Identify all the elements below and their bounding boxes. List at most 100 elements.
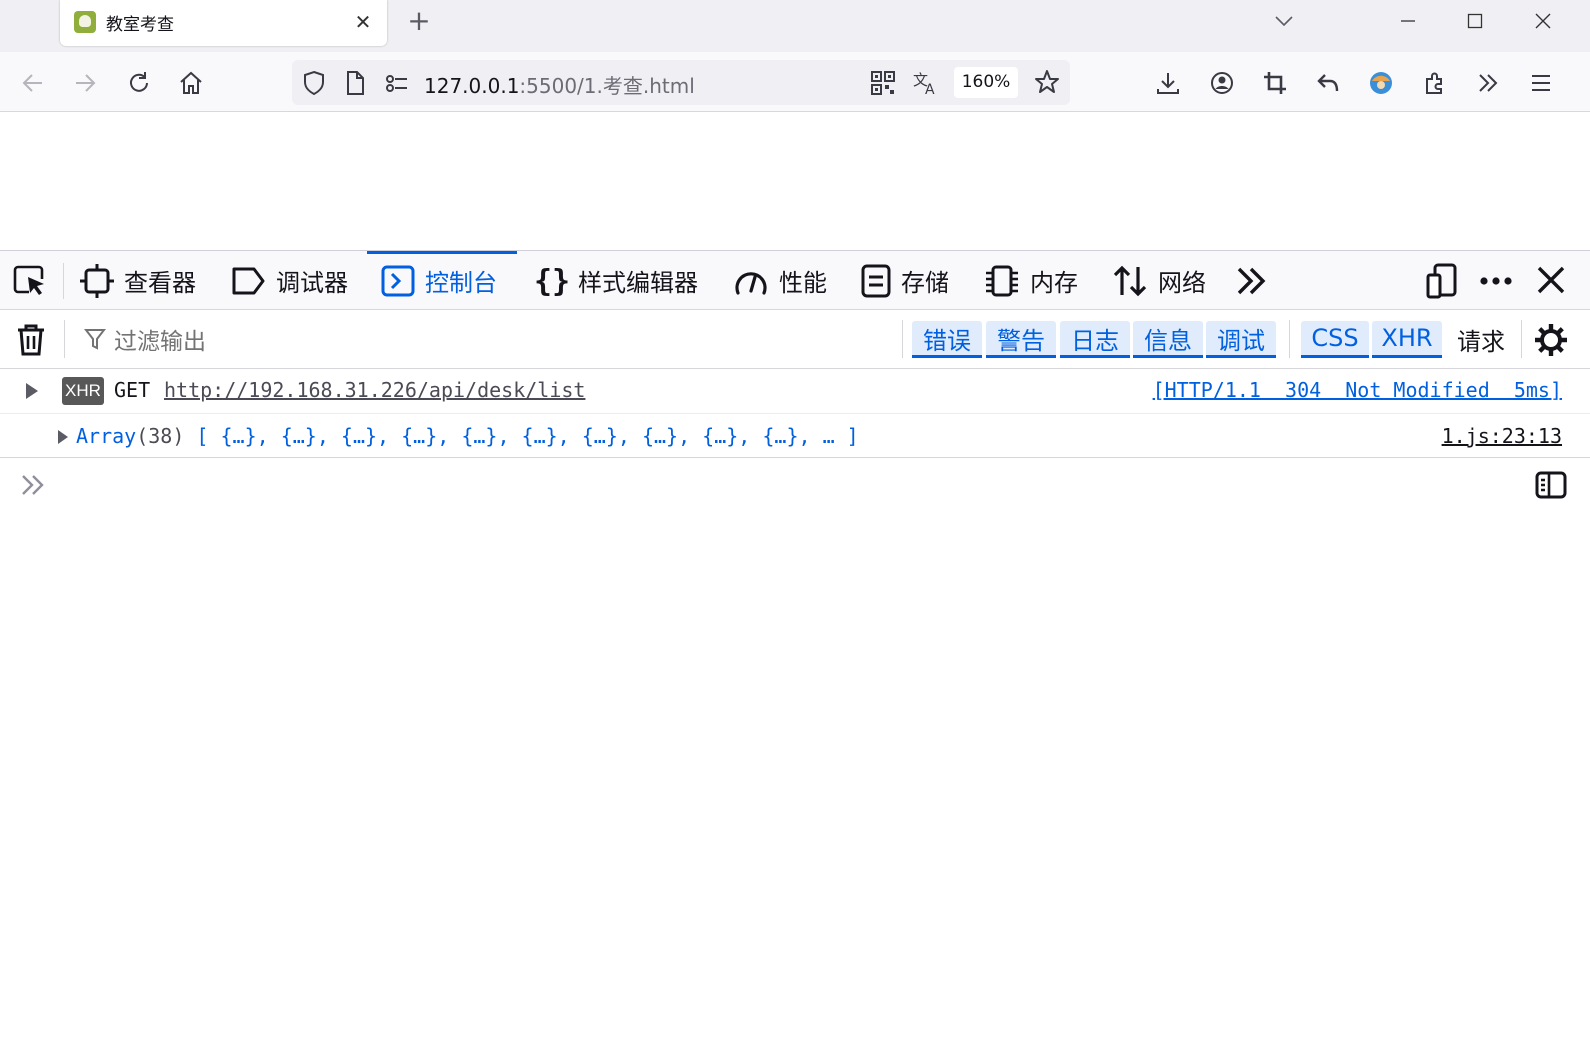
account-icon[interactable] bbox=[1205, 66, 1239, 100]
filter-separator bbox=[1521, 320, 1522, 358]
qr-code-icon[interactable] bbox=[870, 70, 896, 100]
filter-chip-info[interactable]: 信息 bbox=[1133, 321, 1203, 358]
gear-icon[interactable] bbox=[1532, 322, 1570, 358]
puzzle-icon[interactable] bbox=[1418, 66, 1452, 100]
home-icon[interactable] bbox=[174, 66, 208, 100]
filter-chip-warnings[interactable]: 警告 bbox=[986, 321, 1056, 358]
url-host: 127.0.0.1 bbox=[424, 74, 520, 98]
url-bar[interactable]: 127.0.0.1:5500/1.考查.html 文A 160% bbox=[292, 60, 1070, 105]
url-text[interactable]: 127.0.0.1:5500/1.考查.html bbox=[424, 70, 695, 99]
undo-icon[interactable] bbox=[1311, 66, 1345, 100]
tab-debugger[interactable]: 调试器 bbox=[230, 251, 348, 310]
dock-toggle-icon[interactable] bbox=[1425, 263, 1459, 303]
tab-strip: 教室考查 ✕ + bbox=[0, 0, 1590, 52]
filter-placeholder: 过滤输出 bbox=[114, 329, 206, 355]
tab-style-editor[interactable]: {} 样式编辑器 bbox=[534, 251, 698, 310]
memory-chip-icon bbox=[986, 265, 1018, 296]
console-prompt-chevrons-icon bbox=[18, 470, 48, 500]
zoom-level-button[interactable]: 160% bbox=[954, 67, 1018, 98]
browser-tab[interactable]: 教室考查 ✕ bbox=[60, 0, 387, 46]
tab-label: 网络 bbox=[1158, 269, 1206, 297]
element-picker-icon[interactable] bbox=[10, 263, 50, 299]
tab-label: 控制台 bbox=[425, 269, 497, 297]
translate-icon[interactable]: 文A bbox=[912, 70, 940, 100]
hamburger-menu-icon[interactable] bbox=[1524, 66, 1558, 100]
console-message-network[interactable]: XHR GET http://192.168.31.226/api/desk/l… bbox=[0, 370, 1590, 414]
xhr-badge: XHR bbox=[62, 377, 104, 405]
filter-chip-requests[interactable]: 请求 bbox=[1446, 321, 1516, 358]
chevrons-right-icon[interactable] bbox=[1471, 66, 1505, 100]
array-name: Array bbox=[76, 424, 137, 448]
filter-chip-xhr[interactable]: XHR bbox=[1372, 321, 1442, 358]
inspector-icon bbox=[80, 263, 114, 298]
star-icon[interactable] bbox=[1034, 69, 1060, 99]
filter-chip-errors[interactable]: 错误 bbox=[912, 321, 982, 358]
plus-icon[interactable]: + bbox=[404, 6, 434, 36]
array-preview[interactable]: Array(38) [ {…}, {…}, {…}, {…}, {…}, {…}… bbox=[76, 424, 859, 448]
devtools-panel: 查看器 调试器 控制台 {} 样式编辑器 性能 存储 内存 网络 过滤输出 错误… bbox=[0, 250, 1590, 1063]
shield-icon[interactable] bbox=[302, 70, 326, 100]
filter-chip-logs[interactable]: 日志 bbox=[1060, 321, 1130, 358]
tab-label: 样式编辑器 bbox=[578, 269, 698, 297]
chevron-down-icon[interactable] bbox=[1266, 6, 1302, 36]
maximize-icon[interactable] bbox=[1457, 6, 1493, 36]
tab-label: 性能 bbox=[779, 269, 827, 297]
request-url-link[interactable]: http://192.168.31.226/api/desk/list bbox=[164, 378, 585, 402]
source-location-link[interactable]: 1.js:23:13 bbox=[1442, 424, 1562, 448]
storage-icon bbox=[861, 264, 891, 297]
tab-memory[interactable]: 内存 bbox=[984, 251, 1078, 310]
download-icon[interactable] bbox=[1151, 66, 1185, 100]
minimize-icon[interactable] bbox=[1390, 6, 1426, 36]
back-arrow-icon[interactable] bbox=[16, 66, 50, 100]
funnel-icon bbox=[84, 329, 106, 350]
more-tabs-chevrons-icon[interactable] bbox=[1234, 264, 1268, 302]
close-icon[interactable] bbox=[1525, 6, 1561, 36]
console-icon bbox=[381, 265, 415, 296]
close-icon[interactable]: ✕ bbox=[350, 9, 376, 35]
filter-separator bbox=[902, 320, 903, 358]
trash-icon[interactable] bbox=[14, 322, 48, 358]
tab-performance[interactable]: 性能 bbox=[733, 251, 827, 310]
request-method: GET bbox=[114, 378, 151, 402]
editor-mode-toggle-icon[interactable] bbox=[1534, 470, 1568, 500]
skull-favicon-icon bbox=[74, 11, 96, 33]
navigation-toolbar: 127.0.0.1:5500/1.考查.html 文A 160% bbox=[0, 52, 1590, 112]
tab-label: 查看器 bbox=[124, 269, 196, 297]
debugger-icon bbox=[232, 267, 265, 294]
crop-icon[interactable] bbox=[1258, 66, 1292, 100]
filter-chip-debug[interactable]: 调试 bbox=[1206, 321, 1276, 358]
page-icon[interactable] bbox=[344, 70, 366, 100]
console-filter-bar: 过滤输出 错误 警告 日志 信息 调试 CSS XHR 请求 bbox=[0, 310, 1590, 369]
url-path: :5500/1.考查.html bbox=[519, 74, 695, 98]
devtools-toolbar: 查看器 调试器 控制台 {} 样式编辑器 性能 存储 内存 网络 bbox=[0, 251, 1590, 310]
more-options-icon[interactable] bbox=[1478, 267, 1514, 299]
tab-label: 调试器 bbox=[276, 269, 348, 297]
filter-output-input[interactable]: 过滤输出 bbox=[84, 322, 884, 356]
expand-triangle-icon[interactable] bbox=[26, 383, 38, 399]
tab-title: 教室考查 bbox=[106, 15, 174, 35]
expand-triangle-icon[interactable] bbox=[58, 430, 68, 444]
filter-separator bbox=[64, 320, 65, 358]
filter-separator bbox=[1289, 320, 1290, 358]
permissions-icon[interactable] bbox=[384, 71, 410, 99]
console-message-log[interactable]: Array(38) [ {…}, {…}, {…}, {…}, {…}, {…}… bbox=[0, 414, 1590, 458]
tab-storage[interactable]: 存储 bbox=[861, 251, 949, 310]
svg-text:A: A bbox=[925, 82, 935, 96]
page-viewport bbox=[0, 113, 1590, 250]
array-items: [ {…}, {…}, {…}, {…}, {…}, {…}, {…}, {…}… bbox=[184, 424, 859, 448]
tab-label: 内存 bbox=[1030, 269, 1078, 297]
tab-network[interactable]: 网络 bbox=[1112, 251, 1206, 310]
reload-icon[interactable] bbox=[122, 66, 156, 100]
tab-inspector[interactable]: 查看器 bbox=[80, 251, 196, 310]
svg-text:{}: {} bbox=[534, 264, 568, 298]
extension-avatar-icon[interactable] bbox=[1364, 66, 1398, 100]
braces-icon: {} bbox=[534, 264, 568, 298]
array-count: (38) bbox=[136, 424, 185, 448]
filter-chip-css[interactable]: CSS bbox=[1301, 321, 1369, 358]
gauge-icon bbox=[735, 271, 767, 295]
request-status-link[interactable]: [HTTP/1.1 304 Not Modified 5ms] bbox=[1153, 378, 1562, 402]
toolbar-separator bbox=[63, 263, 64, 299]
forward-arrow-icon[interactable] bbox=[68, 66, 102, 100]
close-devtools-icon[interactable] bbox=[1536, 265, 1566, 299]
tab-console[interactable]: 控制台 bbox=[367, 251, 517, 310]
